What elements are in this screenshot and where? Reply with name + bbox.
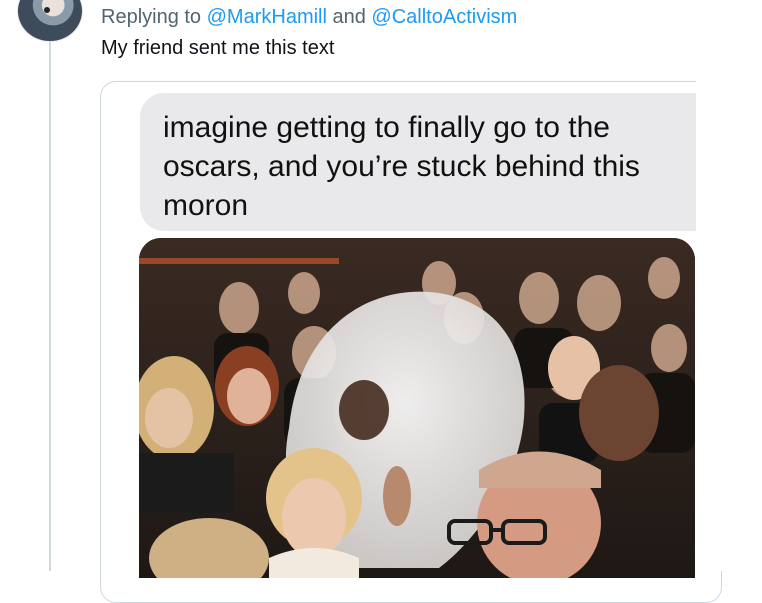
mention-markhamill-link[interactable]: @MarkHamill [207,6,327,28]
thread-line [49,40,51,571]
message-text: imagine getting to finally go to the osc… [163,111,640,222]
right-edge-mask [696,81,762,571]
mention-calltoactivism-link[interactable]: @CalltoActivism [371,6,517,28]
replying-to-and: and [326,6,372,28]
attached-media-card[interactable]: imagine getting to finally go to the osc… [100,81,722,603]
tweet-text: My friend sent me this text [101,37,335,59]
attached-photo[interactable] [139,238,695,578]
replying-to-label: Replying to [101,6,207,28]
message-bubble: imagine getting to finally go to the osc… [140,93,721,231]
photo-illustration [139,238,695,578]
replying-to-line: Replying to @MarkHamill and @CalltoActiv… [101,6,517,29]
user-avatar[interactable] [17,0,83,42]
avatar-detail [44,7,50,13]
